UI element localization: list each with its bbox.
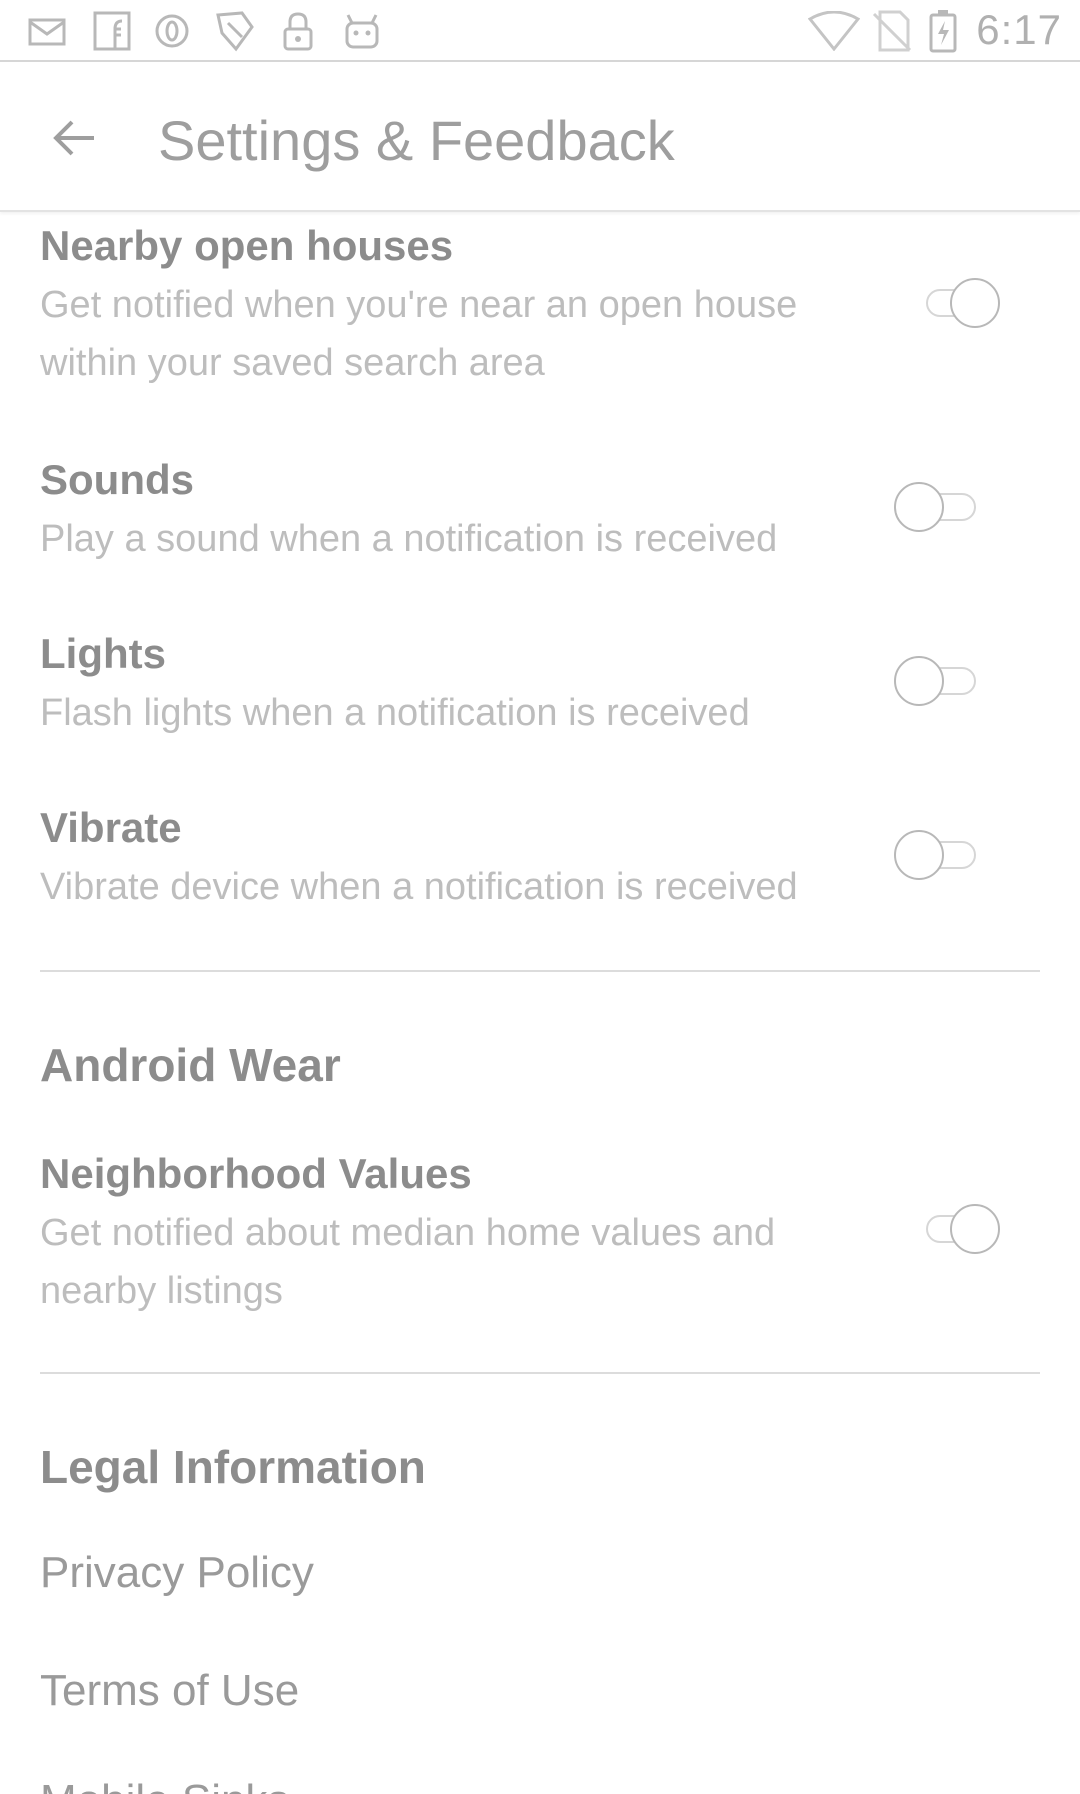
lock-icon	[278, 8, 318, 54]
setting-nearby-open-houses[interactable]: Nearby open houses Get notified when you…	[40, 222, 1040, 392]
toggle-thumb	[894, 656, 944, 706]
toggle-thumb	[894, 482, 944, 532]
status-bar: 6:17	[0, 0, 1080, 62]
sounds-toggle[interactable]	[894, 482, 978, 532]
section-header-legal-information: Legal Information	[40, 1441, 426, 1493]
vibrate-toggle[interactable]	[894, 830, 978, 880]
section-header-android-wear: Android Wear	[40, 1039, 341, 1091]
setting-title: Vibrate	[40, 804, 182, 851]
setting-title: Lights	[40, 630, 166, 677]
setting-description: Get notified about median home values an…	[40, 1212, 776, 1312]
battery-charging-icon	[926, 8, 960, 54]
app-bar: Settings & Feedback	[0, 64, 1080, 212]
setting-lights[interactable]: Lights Flash lights when a notification …	[40, 630, 1040, 742]
privacy-policy-link[interactable]: Privacy Policy	[40, 1548, 314, 1598]
neighborhood-values-toggle[interactable]	[916, 1204, 1000, 1254]
android-icon	[340, 8, 384, 54]
setting-title: Nearby open houses	[40, 222, 454, 269]
screen: 6:17 Settings & Feedback Nearby open hou…	[0, 0, 1080, 1794]
facebook-icon	[90, 8, 134, 54]
arrow-back-icon	[53, 120, 94, 156]
no-sim-icon	[870, 8, 914, 54]
toggle-thumb	[950, 278, 1000, 328]
toggle-thumb	[894, 830, 944, 880]
setting-description: Vibrate device when a notification is re…	[40, 866, 798, 908]
clock: 6:17	[976, 6, 1062, 53]
wifi-icon	[806, 8, 862, 54]
setting-sounds[interactable]: Sounds Play a sound when a notification …	[40, 456, 1040, 568]
divider	[40, 1372, 1040, 1374]
setting-title: Sounds	[40, 456, 194, 503]
opera-icon	[150, 8, 194, 54]
mail-icon	[26, 8, 70, 54]
setting-neighborhood-values[interactable]: Neighborhood Values Get notified about m…	[40, 1150, 1040, 1320]
terms-of-use-link[interactable]: Terms of Use	[40, 1666, 299, 1716]
lights-toggle[interactable]	[894, 656, 978, 706]
setting-description: Get notified when you're near an open ho…	[40, 284, 798, 384]
setting-title: Neighborhood Values	[40, 1150, 472, 1197]
mobile-sinks-link[interactable]: Mobile Sinks	[40, 1776, 289, 1794]
setting-description: Play a sound when a notification is rece…	[40, 518, 778, 560]
back-button[interactable]	[38, 102, 110, 174]
page-title: Settings & Feedback	[158, 109, 675, 172]
toggle-thumb	[950, 1204, 1000, 1254]
setting-description: Flash lights when a notification is rece…	[40, 692, 750, 734]
divider	[40, 970, 1040, 972]
nearby-open-houses-toggle[interactable]	[916, 278, 1000, 328]
kite-icon	[210, 8, 260, 54]
setting-vibrate[interactable]: Vibrate Vibrate device when a notificati…	[40, 804, 1040, 916]
